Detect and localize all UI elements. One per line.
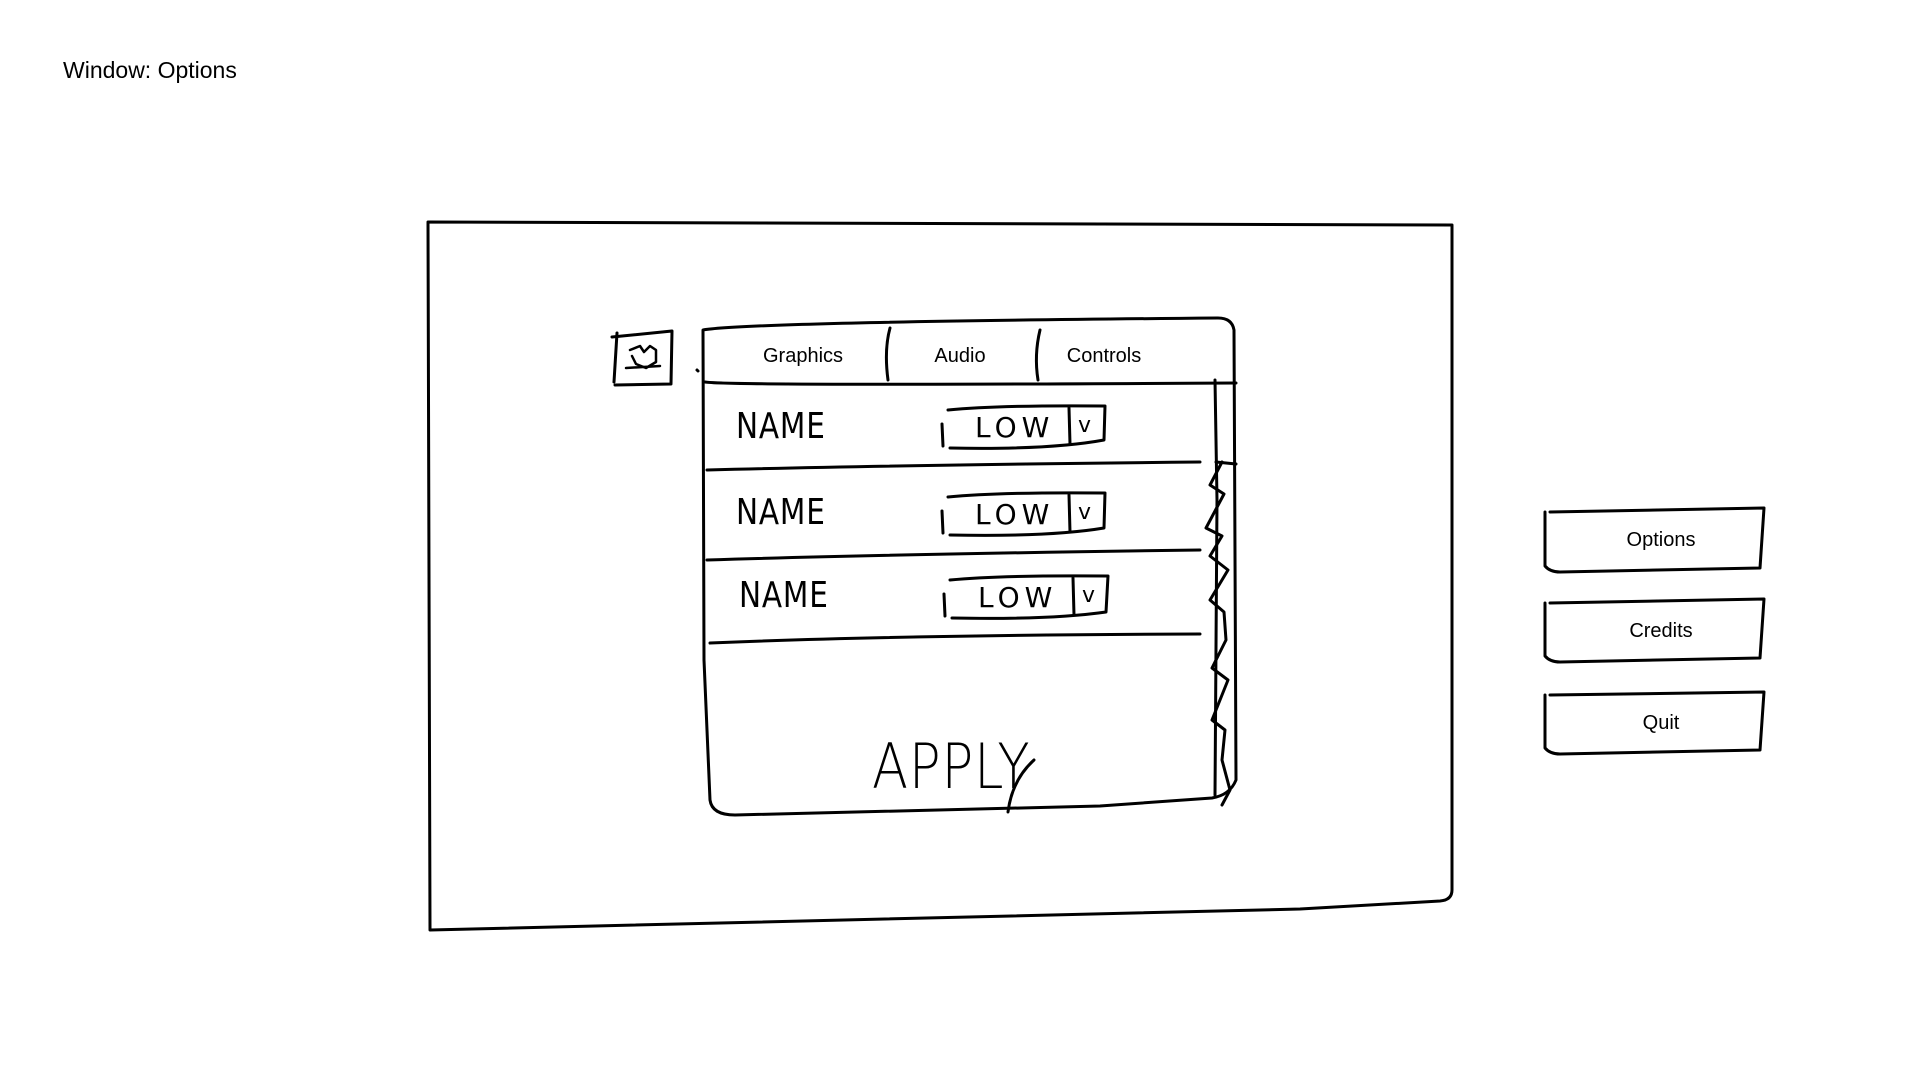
tab-audio[interactable]: Audio (934, 345, 985, 368)
setting-name: NAME (739, 575, 829, 616)
apply-button[interactable]: APPLY (872, 730, 1030, 803)
image-placeholder-icon (610, 329, 674, 387)
dropdown-value[interactable]: LOW (975, 498, 1054, 531)
tab-graphics[interactable]: Graphics (763, 345, 843, 368)
credits-button[interactable]: Credits (1551, 602, 1771, 660)
tab-controls[interactable]: Controls (1067, 345, 1141, 368)
options-button[interactable]: Options (1551, 511, 1771, 569)
window-frame (426, 220, 1454, 932)
dropdown-value[interactable]: LOW (978, 581, 1057, 614)
setting-name: NAME (736, 492, 826, 533)
quit-button[interactable]: Quit (1551, 694, 1771, 752)
chevron-down-icon[interactable]: v (1082, 583, 1095, 608)
dropdown-value[interactable]: LOW (975, 411, 1054, 444)
chevron-down-icon[interactable]: v (1078, 413, 1091, 438)
setting-name: NAME (736, 406, 826, 447)
chevron-down-icon[interactable]: v (1078, 500, 1091, 525)
